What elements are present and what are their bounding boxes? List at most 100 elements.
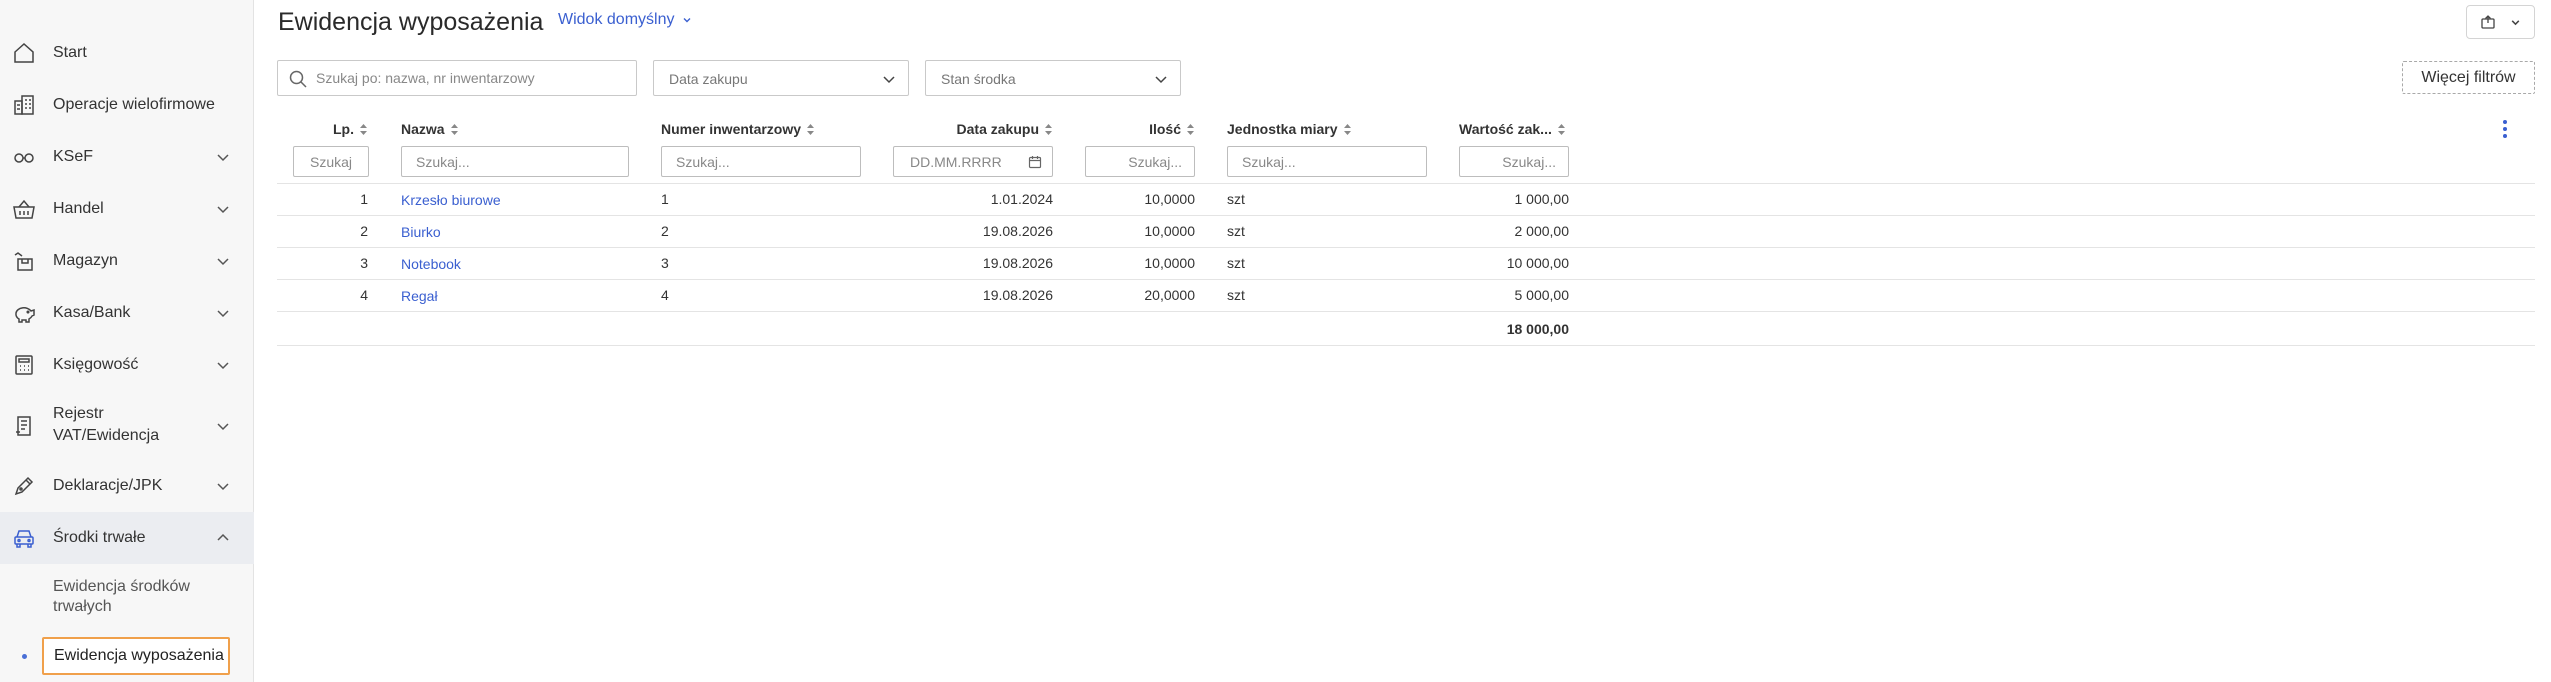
chevron-down-icon [216, 479, 230, 493]
table-footer-divider [277, 345, 2535, 346]
column-header-label: Data zakupu [956, 121, 1039, 137]
cell-lp: 2 [360, 223, 368, 239]
home-icon [12, 41, 36, 65]
chevron-down-icon [216, 150, 230, 164]
chevron-down-icon [216, 254, 230, 268]
sidebar-item-deklaracje-jpk[interactable]: Deklaracje/JPK [0, 460, 254, 512]
cell-nazwa-link[interactable]: Krzesło biurowe [401, 192, 501, 208]
chevron-down-icon [216, 419, 230, 433]
chevron-down-icon [216, 306, 230, 320]
filter-ilosc[interactable] [1085, 146, 1195, 177]
chevron-up-icon [216, 531, 230, 545]
cell-numer: 2 [661, 223, 669, 239]
column-header-wartosc-zakupu[interactable]: Wartość zak... [1459, 120, 1569, 138]
export-button[interactable] [2466, 5, 2535, 39]
column-header-ilosc[interactable]: Ilość [1085, 120, 1195, 138]
cell-ilosc: 10,0000 [1144, 191, 1195, 207]
warehouse-icon [12, 249, 36, 273]
sidebar-item-kasa-bank[interactable]: Kasa/Bank [0, 287, 254, 339]
search-icon [289, 70, 307, 88]
sidebar-item-start[interactable]: Start [0, 27, 254, 79]
table-row-divider [277, 247, 2535, 248]
sidebar-item-label-line1: Rejestr [53, 405, 104, 422]
cell-jm: szt [1227, 191, 1245, 207]
sort-icon [1343, 123, 1351, 135]
chevron-down-icon [2511, 19, 2520, 25]
cell-ilosc: 20,0000 [1144, 287, 1195, 303]
sidebar-item-operacje-wielofirmowe[interactable]: Operacje wielofirmowe [0, 79, 254, 131]
cell-wartosc: 10 000,00 [1506, 255, 1569, 271]
filter-nazwa[interactable] [401, 146, 629, 177]
cell-numer: 1 [661, 191, 669, 207]
page-title: Ewidencja wyposażenia [278, 8, 544, 36]
search-field[interactable] [277, 60, 637, 96]
filter-nazwa-input[interactable] [402, 147, 628, 176]
sidebar-item-rejestr-vat[interactable]: Rejestr VAT/Ewidencja [0, 396, 254, 456]
purchase-date-filter-label: Data zakupu [669, 71, 748, 87]
search-input[interactable] [316, 61, 626, 95]
asset-state-filter[interactable]: Stan środka [925, 60, 1181, 96]
sidebar-item-ksiegowosc[interactable]: Księgowość [0, 339, 254, 391]
cell-numer: 4 [661, 287, 669, 303]
register-icon [12, 414, 36, 438]
column-header-nazwa[interactable]: Nazwa [401, 120, 561, 138]
cell-nazwa-link[interactable]: Notebook [401, 256, 461, 272]
cell-nazwa-link[interactable]: Biurko [401, 224, 441, 240]
filter-jednostka-miary[interactable] [1227, 146, 1427, 177]
column-header-label: Nazwa [401, 121, 445, 137]
sidebar-item-magazyn[interactable]: Magazyn [0, 235, 254, 287]
piggy-bank-icon [12, 301, 36, 325]
sort-icon [1187, 123, 1194, 135]
column-header-lp[interactable]: Lp. [300, 120, 368, 138]
ksef-icon [12, 145, 36, 169]
view-selector[interactable]: Widok domyślny [558, 11, 692, 29]
sidebar-item-label: Operacje wielofirmowe [53, 96, 215, 113]
column-header-label: Jednostka miary [1227, 121, 1338, 137]
cell-jm: szt [1227, 255, 1245, 271]
calendar-icon[interactable] [1028, 155, 1042, 169]
sidebar-item-label: Magazyn [53, 252, 118, 269]
sidebar-item-handel[interactable]: Handel [0, 183, 254, 235]
sidebar-item-srodki-trwale[interactable]: Środki trwałe [0, 512, 254, 564]
cell-lp: 4 [360, 287, 368, 303]
sidebar-item-ksef[interactable]: KSeF [0, 131, 254, 183]
filter-ilosc-input[interactable] [1086, 147, 1194, 176]
table-row-divider [277, 279, 2535, 280]
filter-lp-input[interactable] [294, 147, 368, 176]
sidebar-item-label: Deklaracje/JPK [53, 477, 163, 494]
sort-icon [1045, 123, 1052, 135]
sidebar-item-label: Kasa/Bank [53, 304, 131, 321]
filter-wartosc[interactable] [1459, 146, 1569, 177]
more-filters-button[interactable]: Więcej filtrów [2402, 61, 2535, 94]
filter-data-zakupu[interactable] [893, 146, 1053, 177]
active-indicator-dot [22, 654, 27, 659]
filter-numer-inwentarzowy[interactable] [661, 146, 861, 177]
filter-jm-input[interactable] [1228, 147, 1426, 176]
column-header-label: Lp. [333, 121, 354, 137]
asset-state-filter-label: Stan środka [941, 71, 1016, 87]
sort-icon [450, 123, 458, 135]
filter-lp[interactable] [293, 146, 369, 177]
sidebar-item-label: KSeF [53, 148, 94, 165]
column-header-label: Wartość zak... [1459, 121, 1552, 137]
column-header-data-zakupu[interactable]: Data zakupu [893, 120, 1053, 138]
filter-wartosc-input[interactable] [1460, 147, 1568, 176]
cell-data: 19.08.2026 [982, 287, 1053, 303]
table-row-divider [277, 215, 2535, 216]
sidebar-subitem-ewidencja-wyposazenia[interactable]: Ewidencja wyposażenia [42, 637, 230, 675]
pen-icon [12, 474, 36, 498]
cell-lp: 3 [360, 255, 368, 271]
filter-numer-input[interactable] [662, 147, 860, 176]
cell-nazwa-link[interactable]: Regał [401, 288, 438, 304]
sidebar-item-label: Środki trwałe [53, 529, 146, 546]
cell-wartosc: 5 000,00 [1514, 287, 1570, 303]
purchase-date-filter[interactable]: Data zakupu [653, 60, 909, 96]
column-header-jednostka-miary[interactable]: Jednostka miary [1227, 120, 1427, 138]
column-header-numer-inwentarzowy[interactable]: Numer inwentarzowy [661, 120, 861, 138]
car-icon [12, 526, 36, 550]
sidebar: Start Operacje wielofirmowe KSeF Handel … [0, 0, 254, 682]
sidebar-subitem-ewidencja-srodkow[interactable]: Ewidencja środków trwałych [0, 576, 254, 620]
cell-numer: 3 [661, 255, 669, 271]
sidebar-item-label: Handel [53, 200, 104, 217]
column-options-icon[interactable] [2500, 118, 2510, 140]
